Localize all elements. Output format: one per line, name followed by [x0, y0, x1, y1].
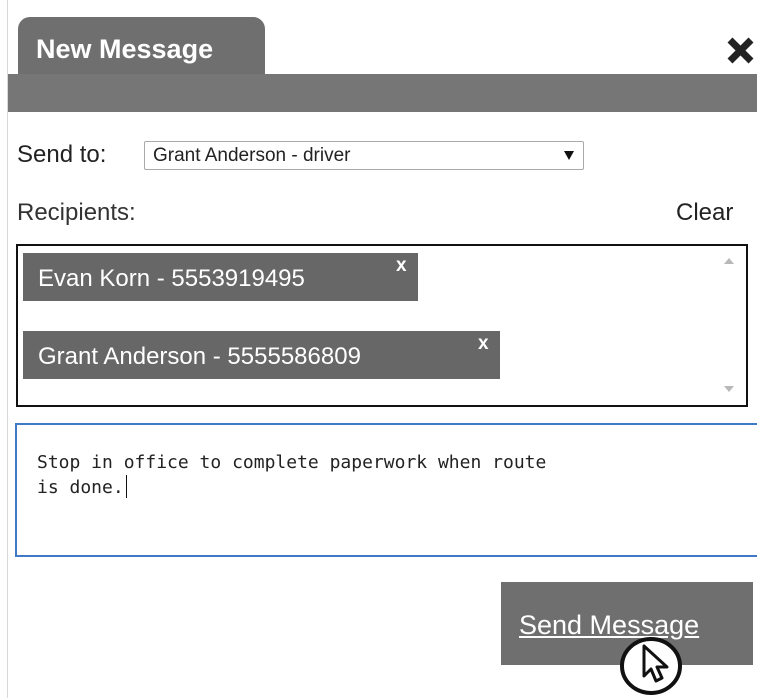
- recipients-label: Recipients:: [17, 199, 136, 226]
- recipient-chip: Grant Anderson - 5555586809 x: [23, 331, 500, 379]
- message-textarea[interactable]: Stop in office to complete paperwork whe…: [15, 423, 757, 557]
- recipients-list[interactable]: Evan Korn - 5553919495 x Grant Anderson …: [16, 244, 748, 407]
- new-message-dialog: New Message Send to: Grant Anderson - dr…: [0, 0, 757, 698]
- send-to-label: Send to:: [17, 141, 107, 168]
- recipient-chip-label: Grant Anderson - 5555586809: [38, 343, 361, 370]
- send-message-button[interactable]: Send Message: [501, 582, 753, 665]
- text-caret: [125, 475, 127, 498]
- scroll-up-icon[interactable]: [724, 258, 734, 264]
- remove-recipient-icon[interactable]: x: [478, 334, 489, 354]
- message-text: Stop in office to complete paperwork whe…: [37, 451, 737, 500]
- send-to-selected-value: Grant Anderson - driver: [153, 145, 351, 166]
- send-message-label: Send Message: [519, 610, 700, 640]
- recipient-chip-label: Evan Korn - 5553919495: [38, 265, 305, 292]
- recipients-scrollbar[interactable]: [712, 246, 746, 405]
- dialog-header-bar: [8, 74, 757, 112]
- remove-recipient-icon[interactable]: x: [396, 256, 407, 276]
- recipient-chip: Evan Korn - 5553919495 x: [23, 253, 418, 301]
- send-to-select[interactable]: Grant Anderson - driver: [144, 141, 584, 170]
- dropdown-arrow-icon: [564, 151, 574, 160]
- dialog-title: New Message: [36, 34, 214, 64]
- close-icon[interactable]: [724, 28, 757, 72]
- scroll-down-icon[interactable]: [724, 386, 734, 392]
- clear-recipients-link[interactable]: Clear: [676, 198, 733, 228]
- message-value: Stop in office to complete paperwork whe…: [37, 452, 547, 498]
